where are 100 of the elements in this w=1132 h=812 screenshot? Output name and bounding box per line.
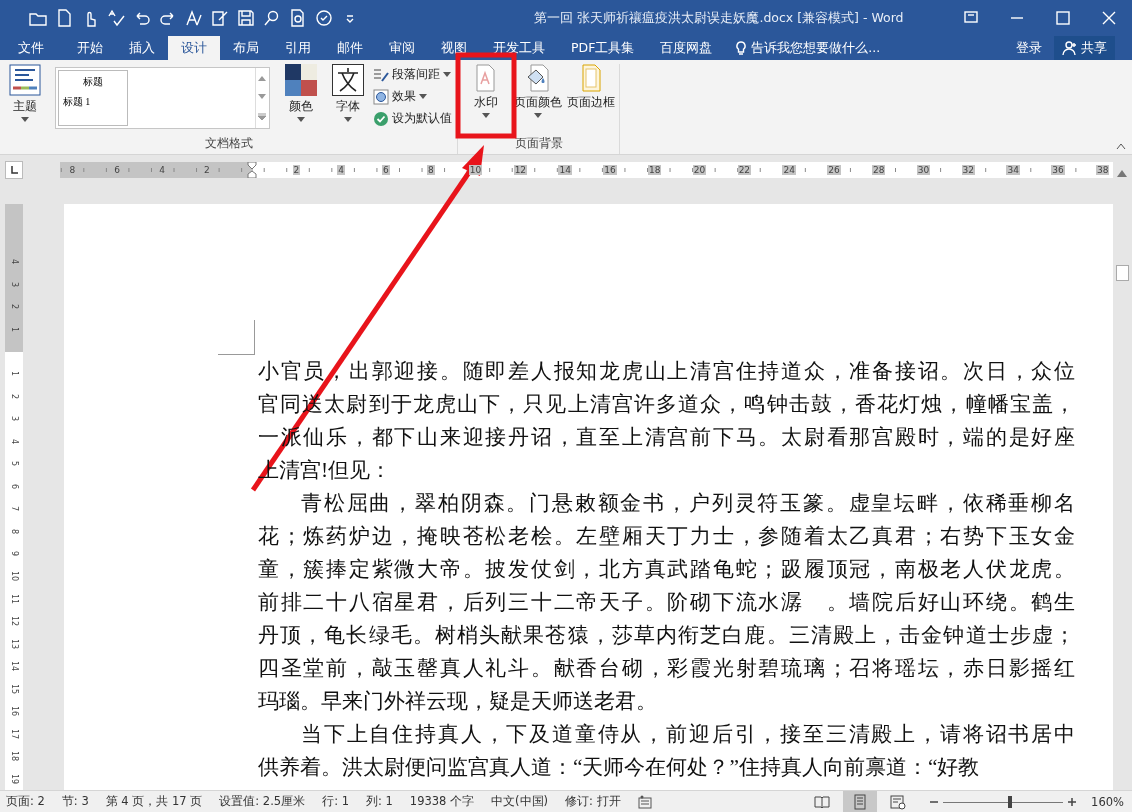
print-layout-view-button[interactable] bbox=[843, 790, 878, 812]
collapse-ribbon-icon[interactable] bbox=[1116, 142, 1126, 150]
ruler-number: 3 bbox=[9, 280, 19, 289]
scroll-down-icon[interactable] bbox=[258, 94, 267, 100]
ruler-number: 8 bbox=[9, 527, 19, 536]
caret-icon bbox=[297, 117, 306, 122]
ruler-number: 8 bbox=[68, 165, 77, 175]
status-item[interactable]: 节: 3 bbox=[61, 794, 89, 809]
ruler-number: 14 bbox=[558, 165, 572, 175]
themes-icon bbox=[9, 64, 42, 96]
lightbulb-icon[interactable] bbox=[735, 40, 748, 56]
ribbon-tab[interactable]: PDF工具集 bbox=[558, 36, 648, 60]
ribbon-tab[interactable]: 审阅 bbox=[376, 36, 428, 60]
page-color-icon bbox=[526, 64, 551, 92]
text-line: 青松屈曲，翠柏阴森。门悬敕额金书，户列灵符玉篆。虚皇坛畔，依稀垂柳名 bbox=[300, 490, 1075, 517]
ruler-number: 17 bbox=[9, 727, 19, 741]
ruler-number: 1 bbox=[9, 370, 19, 379]
ruler-number: 2 bbox=[292, 165, 301, 175]
spelling-check-icon[interactable] bbox=[106, 8, 126, 28]
ribbon-tab[interactable]: 插入 bbox=[116, 36, 168, 60]
set-as-default-button[interactable]: 设为默认值 bbox=[373, 110, 453, 127]
ruler-number: 4 bbox=[9, 437, 19, 446]
fonts-button[interactable]: 字体 bbox=[326, 64, 370, 136]
maximize-icon[interactable] bbox=[1053, 8, 1073, 28]
caret-icon bbox=[482, 113, 491, 118]
read-mode-icon bbox=[814, 793, 831, 810]
caret-icon bbox=[534, 113, 543, 118]
ruler-number: 38 bbox=[1096, 165, 1110, 175]
ribbon-tab[interactable]: 视图 bbox=[428, 36, 480, 60]
zoom-level[interactable]: 160% bbox=[1091, 794, 1124, 809]
ruler-number: 13 bbox=[9, 637, 19, 651]
status-item[interactable]: 第 4 页，共 17 页 bbox=[105, 794, 203, 809]
ruler-number: 9 bbox=[9, 550, 19, 559]
sign-in-link[interactable]: 登录 bbox=[1016, 36, 1042, 60]
ribbon-tab[interactable]: 布局 bbox=[220, 36, 272, 60]
macro-record-icon[interactable] bbox=[637, 794, 652, 809]
ribbon-tab[interactable]: 开始 bbox=[64, 36, 116, 60]
font-style-icon[interactable] bbox=[184, 8, 204, 28]
zoom-slider-thumb[interactable] bbox=[1007, 795, 1012, 808]
style-heading-text: 标题 1 bbox=[62, 95, 92, 109]
text-line: 童，簇捧定紫微大帝。披发仗剑，北方真武踏龟蛇；趿履顶冠，南极老人伏龙虎。 bbox=[258, 556, 1075, 583]
ruler-number: 2 bbox=[202, 165, 211, 175]
person-add-icon bbox=[1062, 40, 1078, 56]
ruler-number: 18 bbox=[648, 165, 662, 175]
scrollbar-thumb[interactable] bbox=[1116, 265, 1129, 281]
ruler-number: 4 bbox=[337, 165, 346, 175]
ribbon-tab[interactable]: 设计 bbox=[168, 36, 220, 60]
scroll-up-icon[interactable] bbox=[258, 74, 267, 81]
style-set-gallery[interactable]: 标题 标题 1 bbox=[54, 67, 270, 129]
scroll-up-icon[interactable] bbox=[1117, 169, 1127, 177]
page-borders-button[interactable]: 页面边框 bbox=[566, 64, 615, 136]
ruler-number: 16 bbox=[603, 165, 617, 175]
ribbon-tab[interactable]: 引用 bbox=[272, 36, 324, 60]
status-item[interactable]: 设置值: 2.5厘米 bbox=[219, 794, 306, 809]
ribbon-tab[interactable]: 百度网盘 bbox=[647, 36, 726, 60]
ribbon-tab[interactable]: 开发工具 bbox=[480, 36, 558, 60]
web-layout-icon bbox=[890, 793, 907, 810]
effects-button[interactable]: 效果 bbox=[373, 88, 453, 105]
zoom-in-icon[interactable] bbox=[1067, 796, 1078, 807]
text-line: 前排二十八宿星君，后列三十二帝天子。阶砌下流水潺 。墙院后好山环绕。鹤生 bbox=[258, 589, 1075, 616]
status-item[interactable]: 列: 1 bbox=[366, 794, 393, 809]
ruler-number: 11 bbox=[9, 592, 19, 606]
text-line: 玛瑙。早来门外祥云现，疑是天师送老君。 bbox=[258, 688, 658, 715]
ruler-number: 20 bbox=[692, 165, 707, 175]
effects-icon bbox=[373, 88, 390, 105]
status-item[interactable]: 修订: 打开 bbox=[565, 794, 621, 809]
themes-button[interactable]: 主题 bbox=[4, 64, 47, 136]
colors-button[interactable]: 颜色 bbox=[279, 64, 323, 136]
ruler-number: 6 bbox=[113, 165, 122, 175]
status-item[interactable]: 19338 个字 bbox=[409, 794, 475, 809]
ruler-number: 12 bbox=[9, 615, 19, 629]
file-tab[interactable]: 文件 bbox=[10, 36, 64, 60]
ruler-number: 1 bbox=[9, 325, 19, 334]
page-color-button[interactable]: 页面颜色 bbox=[514, 64, 563, 136]
ruler-number: 26 bbox=[827, 165, 841, 175]
text-line: 小官员，出郭迎接。随即差人报知龙虎山上清宫住持道众，准备接诏。次日，众位 bbox=[258, 358, 1075, 385]
status-item[interactable]: 中文(中国) bbox=[491, 794, 549, 809]
crop-mark bbox=[218, 320, 255, 355]
text-line: 丹顶，龟长绿毛。树梢头献果苍猿，莎草内衔芝白鹿。三清殿上，击金钟道士步虚； bbox=[258, 622, 1075, 649]
status-item[interactable]: 行: 1 bbox=[322, 794, 349, 809]
ruler-number: 4 bbox=[9, 258, 19, 267]
watermark-button[interactable]: 水印 bbox=[462, 64, 511, 136]
ruler-number: 4 bbox=[158, 165, 166, 175]
ruler-number: 18 bbox=[9, 750, 19, 764]
style-title-text: 标题 bbox=[81, 75, 104, 89]
tab-stop-icon[interactable] bbox=[9, 165, 19, 175]
edit-icon[interactable] bbox=[210, 8, 230, 28]
ruler-number: 6 bbox=[9, 482, 19, 491]
ribbon-tab[interactable]: 邮件 bbox=[324, 36, 376, 60]
tell-me-field[interactable]: 告诉我您想要做什么... bbox=[751, 39, 881, 57]
checkmark-icon bbox=[373, 110, 390, 127]
indent-marker-icon[interactable] bbox=[246, 162, 257, 178]
paragraph-spacing-button[interactable]: 段落间距 bbox=[373, 66, 453, 83]
caret-icon bbox=[343, 117, 352, 122]
share-button[interactable]: 共享 bbox=[1054, 36, 1115, 60]
save-icon[interactable] bbox=[236, 8, 256, 28]
more-icon[interactable] bbox=[258, 113, 267, 122]
status-item[interactable]: 页面: 2 bbox=[6, 794, 45, 809]
ruler-number: 14 bbox=[9, 660, 19, 674]
ruler-number: 10 bbox=[9, 570, 19, 584]
